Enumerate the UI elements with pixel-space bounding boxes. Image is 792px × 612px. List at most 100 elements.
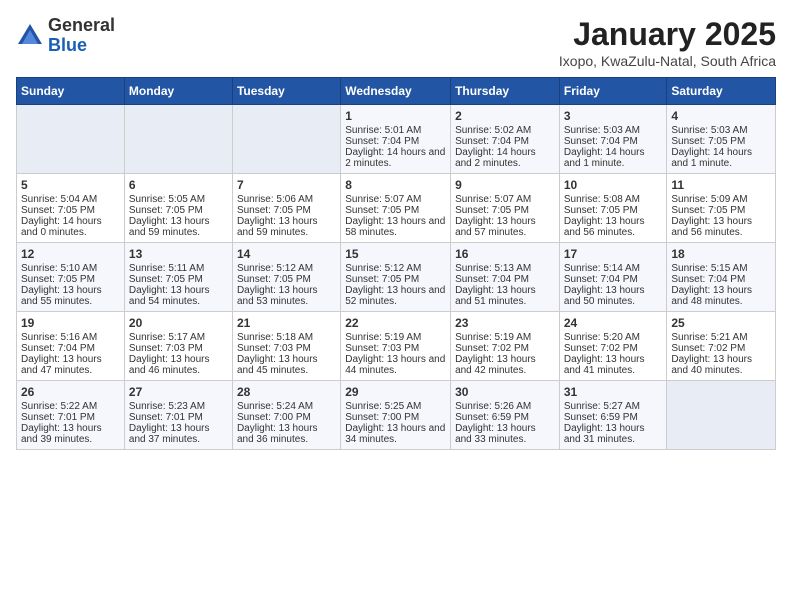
day-number: 22 [345,316,446,330]
sunset-text: Sunset: 7:00 PM [237,412,336,423]
weekday-header-tuesday: Tuesday [232,78,340,105]
daylight-text: Daylight: 13 hours and 46 minutes. [129,354,228,376]
day-number: 6 [129,178,228,192]
day-number: 31 [564,385,663,399]
sunset-text: Sunset: 7:05 PM [671,136,771,147]
day-number: 9 [455,178,555,192]
sunset-text: Sunset: 7:04 PM [455,274,555,285]
calendar-cell: 24Sunrise: 5:20 AMSunset: 7:02 PMDayligh… [559,312,667,381]
sunset-text: Sunset: 7:01 PM [21,412,120,423]
calendar-cell [232,105,340,174]
daylight-text: Daylight: 14 hours and 2 minutes. [455,147,555,169]
sunset-text: Sunset: 7:05 PM [345,205,446,216]
sunset-text: Sunset: 6:59 PM [564,412,663,423]
calendar-cell: 20Sunrise: 5:17 AMSunset: 7:03 PMDayligh… [124,312,232,381]
sunset-text: Sunset: 7:05 PM [21,205,120,216]
sunrise-text: Sunrise: 5:05 AM [129,194,228,205]
sunrise-text: Sunrise: 5:07 AM [345,194,446,205]
day-number: 15 [345,247,446,261]
sunset-text: Sunset: 7:05 PM [21,274,120,285]
sunrise-text: Sunrise: 5:25 AM [345,401,446,412]
sunrise-text: Sunrise: 5:22 AM [21,401,120,412]
sunset-text: Sunset: 7:02 PM [564,343,663,354]
sunset-text: Sunset: 7:05 PM [345,274,446,285]
sunrise-text: Sunrise: 5:13 AM [455,263,555,274]
calendar-cell: 17Sunrise: 5:14 AMSunset: 7:04 PMDayligh… [559,243,667,312]
day-number: 11 [671,178,771,192]
sunrise-text: Sunrise: 5:23 AM [129,401,228,412]
calendar-cell: 6Sunrise: 5:05 AMSunset: 7:05 PMDaylight… [124,174,232,243]
calendar-cell: 5Sunrise: 5:04 AMSunset: 7:05 PMDaylight… [17,174,125,243]
daylight-text: Daylight: 13 hours and 36 minutes. [237,423,336,445]
weekday-header-friday: Friday [559,78,667,105]
day-number: 19 [21,316,120,330]
calendar-cell: 23Sunrise: 5:19 AMSunset: 7:02 PMDayligh… [451,312,560,381]
daylight-text: Daylight: 13 hours and 34 minutes. [345,423,446,445]
calendar-cell: 10Sunrise: 5:08 AMSunset: 7:05 PMDayligh… [559,174,667,243]
sunset-text: Sunset: 7:04 PM [21,343,120,354]
calendar-cell: 14Sunrise: 5:12 AMSunset: 7:05 PMDayligh… [232,243,340,312]
day-number: 16 [455,247,555,261]
calendar-cell: 29Sunrise: 5:25 AMSunset: 7:00 PMDayligh… [341,381,451,450]
daylight-text: Daylight: 13 hours and 39 minutes. [21,423,120,445]
calendar: SundayMondayTuesdayWednesdayThursdayFrid… [16,77,776,450]
sunrise-text: Sunrise: 5:14 AM [564,263,663,274]
sunrise-text: Sunrise: 5:12 AM [345,263,446,274]
sunset-text: Sunset: 7:05 PM [671,205,771,216]
sunset-text: Sunset: 7:04 PM [564,136,663,147]
weekday-header-monday: Monday [124,78,232,105]
day-number: 13 [129,247,228,261]
sunrise-text: Sunrise: 5:20 AM [564,332,663,343]
weekday-header-thursday: Thursday [451,78,560,105]
daylight-text: Daylight: 13 hours and 45 minutes. [237,354,336,376]
sunset-text: Sunset: 7:05 PM [237,205,336,216]
calendar-cell: 15Sunrise: 5:12 AMSunset: 7:05 PMDayligh… [341,243,451,312]
day-number: 18 [671,247,771,261]
calendar-cell: 18Sunrise: 5:15 AMSunset: 7:04 PMDayligh… [667,243,776,312]
day-number: 27 [129,385,228,399]
page-header: General Blue January 2025 Ixopo, KwaZulu… [16,16,776,69]
daylight-text: Daylight: 13 hours and 56 minutes. [671,216,771,238]
sunrise-text: Sunrise: 5:24 AM [237,401,336,412]
daylight-text: Daylight: 13 hours and 56 minutes. [564,216,663,238]
calendar-cell [667,381,776,450]
sunset-text: Sunset: 7:04 PM [671,274,771,285]
day-number: 26 [21,385,120,399]
sunset-text: Sunset: 7:04 PM [564,274,663,285]
calendar-cell: 30Sunrise: 5:26 AMSunset: 6:59 PMDayligh… [451,381,560,450]
sunrise-text: Sunrise: 5:02 AM [455,125,555,136]
daylight-text: Daylight: 13 hours and 57 minutes. [455,216,555,238]
day-number: 7 [237,178,336,192]
daylight-text: Daylight: 13 hours and 48 minutes. [671,285,771,307]
daylight-text: Daylight: 13 hours and 55 minutes. [21,285,120,307]
calendar-cell: 19Sunrise: 5:16 AMSunset: 7:04 PMDayligh… [17,312,125,381]
weekday-header-sunday: Sunday [17,78,125,105]
calendar-cell: 27Sunrise: 5:23 AMSunset: 7:01 PMDayligh… [124,381,232,450]
sunrise-text: Sunrise: 5:03 AM [564,125,663,136]
daylight-text: Daylight: 13 hours and 41 minutes. [564,354,663,376]
daylight-text: Daylight: 14 hours and 0 minutes. [21,216,120,238]
weekday-header-row: SundayMondayTuesdayWednesdayThursdayFrid… [17,78,776,105]
day-number: 17 [564,247,663,261]
sunrise-text: Sunrise: 5:16 AM [21,332,120,343]
calendar-cell: 26 Sunrise: 5:22 AMSunset: 7:01 PMDayligh… [17,381,125,450]
daylight-text: Daylight: 13 hours and 40 minutes. [671,354,771,376]
sunset-text: Sunset: 7:05 PM [129,274,228,285]
sunrise-text: Sunrise: 5:10 AM [21,263,120,274]
daylight-text: Daylight: 13 hours and 51 minutes. [455,285,555,307]
calendar-cell: 9Sunrise: 5:07 AMSunset: 7:05 PMDaylight… [451,174,560,243]
weekday-header-saturday: Saturday [667,78,776,105]
sunrise-text: Sunrise: 5:11 AM [129,263,228,274]
calendar-cell: 1Sunrise: 5:01 AMSunset: 7:04 PMDaylight… [341,105,451,174]
calendar-cell: 12Sunrise: 5:10 AMSunset: 7:05 PMDayligh… [17,243,125,312]
day-number: 25 [671,316,771,330]
sunrise-text: Sunrise: 5:09 AM [671,194,771,205]
calendar-cell [17,105,125,174]
sunset-text: Sunset: 7:05 PM [455,205,555,216]
calendar-cell [124,105,232,174]
day-number: 3 [564,109,663,123]
calendar-week-4: 19 Sunrise: 5:16 AMSunset: 7:04 PM Dayligh… [17,312,776,381]
sunrise-text: Sunrise: 5:19 AM [345,332,446,343]
calendar-cell: 31Sunrise: 5:27 AMSunset: 6:59 PMDayligh… [559,381,667,450]
day-number: 20 [129,316,228,330]
